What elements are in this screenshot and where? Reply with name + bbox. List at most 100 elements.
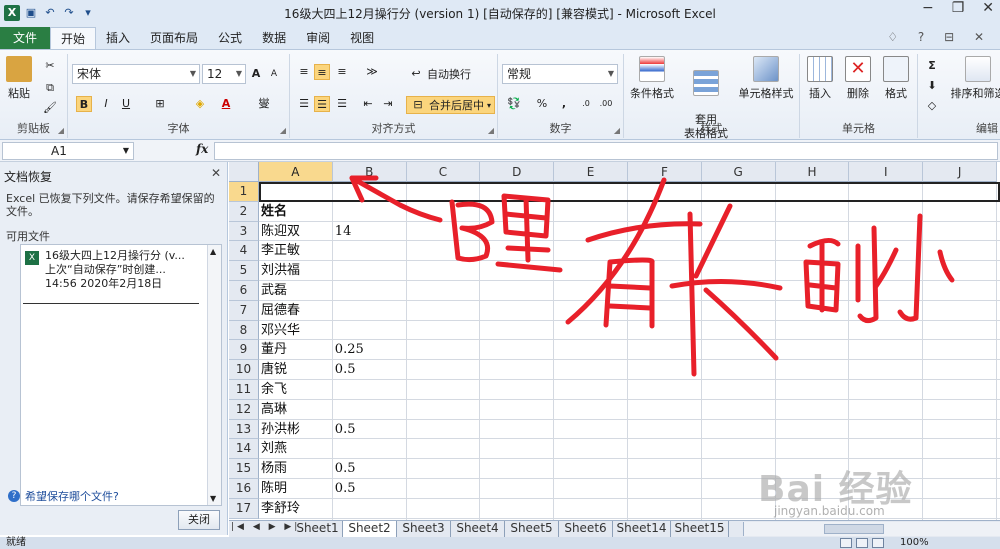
- cell-b-row[interactable]: [333, 301, 407, 321]
- font-color-icon[interactable]: A: [218, 96, 234, 112]
- borders-icon[interactable]: ⊞: [152, 96, 168, 112]
- cell-b-row[interactable]: [333, 261, 407, 281]
- dialog-launcher-icon[interactable]: ◢: [488, 126, 494, 135]
- column-header-h[interactable]: H: [775, 162, 850, 182]
- cell-b-row[interactable]: [333, 439, 407, 459]
- cell-b-row[interactable]: [333, 380, 407, 400]
- row-header[interactable]: 9: [229, 340, 259, 361]
- column-header-g[interactable]: G: [701, 162, 776, 182]
- tab-file[interactable]: 文件: [0, 27, 50, 49]
- file-list-scrollbar[interactable]: ▲ ▼: [207, 245, 221, 505]
- save-icon[interactable]: ▣: [23, 5, 39, 21]
- maximize-button[interactable]: ❐: [952, 0, 965, 16]
- cell-a-row[interactable]: 高琳: [259, 400, 333, 420]
- row-header[interactable]: 13: [229, 419, 259, 440]
- normal-view-icon[interactable]: [840, 538, 852, 548]
- increase-decimal-icon[interactable]: .0: [578, 96, 594, 112]
- cell-a-row[interactable]: 陈迎双: [259, 222, 333, 242]
- sheet-tab-sheet5[interactable]: Sheet5: [505, 521, 559, 537]
- name-box[interactable]: A1 ▼: [2, 142, 134, 160]
- column-header-c[interactable]: C: [406, 162, 481, 182]
- customize-dropdown-icon[interactable]: ▾: [80, 5, 96, 21]
- row-header[interactable]: 1: [229, 182, 259, 202]
- recovered-file-item[interactable]: X 16级大四上12月操行分 (v... 上次“自动保存”时创建... 14:5…: [25, 249, 207, 291]
- row-header[interactable]: 17: [229, 498, 259, 519]
- cell-a-row[interactable]: 唐锐: [259, 360, 333, 380]
- close-window-button[interactable]: ✕: [982, 0, 994, 16]
- close-pane-icon[interactable]: ✕: [211, 166, 221, 180]
- align-right-icon[interactable]: ☰: [334, 96, 350, 112]
- cell-styles-button[interactable]: 单元格样式: [734, 56, 798, 101]
- dialog-launcher-icon[interactable]: ◢: [614, 126, 620, 135]
- cell-a-row[interactable]: 杨雨: [259, 459, 333, 479]
- bold-button[interactable]: B: [76, 96, 92, 112]
- conditional-format-button[interactable]: 条件格式: [626, 56, 678, 101]
- zoom-level[interactable]: 100%: [900, 537, 929, 549]
- row-header[interactable]: 10: [229, 360, 259, 380]
- grow-font-icon[interactable]: A: [248, 66, 264, 82]
- cell-a-row[interactable]: 邓兴华: [259, 321, 333, 341]
- underline-button[interactable]: U: [118, 96, 134, 112]
- align-left-icon[interactable]: ☰: [296, 96, 312, 112]
- sort-filter-button[interactable]: 排序和筛选: [948, 56, 1000, 101]
- tab-insert[interactable]: 插入: [96, 27, 140, 49]
- sheet-tab-sheet15[interactable]: Sheet15: [671, 521, 729, 537]
- cell-a-row[interactable]: 董丹: [259, 340, 333, 360]
- column-header-i[interactable]: I: [849, 162, 924, 182]
- wrap-text-button[interactable]: ↩ 自动换行: [408, 66, 471, 82]
- align-bottom-icon[interactable]: ≡: [334, 64, 350, 80]
- help-link[interactable]: ? 希望保存哪个文件?: [8, 488, 119, 504]
- row-header[interactable]: 5: [229, 261, 259, 281]
- cell-b-row[interactable]: [333, 241, 407, 261]
- row-header[interactable]: 16: [229, 479, 259, 499]
- increase-indent-icon[interactable]: ⇥: [380, 96, 396, 112]
- cell-b-row[interactable]: [333, 321, 407, 341]
- font-size-combo[interactable]: 12 ▼: [202, 64, 246, 84]
- dialog-launcher-icon[interactable]: ◢: [58, 126, 64, 135]
- cell-b-row[interactable]: 0.25: [333, 340, 407, 360]
- row-header[interactable]: 6: [229, 281, 259, 301]
- ribbon-help-icons[interactable]: ♢ ? ⊟ ✕: [887, 30, 992, 44]
- column-header-d[interactable]: D: [480, 162, 555, 182]
- sheet-tab-sheet2[interactable]: Sheet2: [343, 521, 397, 537]
- cell-a-row[interactable]: 孙洪彬: [259, 420, 333, 440]
- tab-view[interactable]: 视图: [340, 27, 384, 49]
- tab-data[interactable]: 数据: [252, 27, 296, 49]
- accounting-format-icon[interactable]: 💱: [506, 96, 522, 112]
- sheet-tab-sheet1[interactable]: Sheet1: [293, 521, 343, 537]
- tab-review[interactable]: 审阅: [296, 27, 340, 49]
- align-top-icon[interactable]: ≡: [296, 64, 312, 80]
- cell-a-row[interactable]: 李舒玲: [259, 499, 333, 519]
- scroll-down-icon[interactable]: ▼: [210, 494, 216, 503]
- paste-button[interactable]: 粘贴: [4, 56, 34, 101]
- italic-button[interactable]: I: [98, 96, 114, 112]
- fill-icon[interactable]: ⬇: [924, 78, 940, 94]
- cell-b-row[interactable]: 0.5: [333, 459, 407, 479]
- clear-icon[interactable]: ◇: [924, 98, 940, 114]
- insert-cells-button[interactable]: 插入: [802, 56, 838, 101]
- cell-a-row[interactable]: 李正敏: [259, 241, 333, 261]
- sheet-tab-sheet6[interactable]: Sheet6: [559, 521, 613, 537]
- row-header[interactable]: 15: [229, 459, 259, 479]
- number-format-combo[interactable]: 常规 ▼: [502, 64, 618, 84]
- cell-b-row[interactable]: [333, 499, 407, 519]
- cell-b-row[interactable]: 0.5: [333, 420, 407, 440]
- select-all-corner[interactable]: [229, 162, 259, 182]
- cell-a-row[interactable]: 余飞: [259, 380, 333, 400]
- cut-icon[interactable]: ✂: [42, 58, 58, 74]
- cell-b-row[interactable]: [333, 400, 407, 420]
- tab-page-layout[interactable]: 页面布局: [140, 27, 208, 49]
- minimize-button[interactable]: −: [922, 0, 934, 16]
- fill-color-icon[interactable]: ◈: [192, 96, 208, 112]
- undo-icon[interactable]: ↶: [42, 5, 58, 21]
- percent-icon[interactable]: %: [534, 96, 550, 112]
- format-cells-button[interactable]: 格式: [878, 56, 914, 101]
- orientation-icon[interactable]: ≫: [364, 64, 380, 80]
- row-header[interactable]: 14: [229, 439, 259, 460]
- cell-b-row[interactable]: 14: [333, 222, 407, 242]
- cell-a-row[interactable]: 刘燕: [259, 439, 333, 459]
- row-header[interactable]: 12: [229, 399, 259, 420]
- sheet-tab-sheet14[interactable]: Sheet14: [613, 521, 671, 537]
- cell-b-row[interactable]: [333, 281, 407, 301]
- insert-function-icon[interactable]: fx: [196, 142, 208, 156]
